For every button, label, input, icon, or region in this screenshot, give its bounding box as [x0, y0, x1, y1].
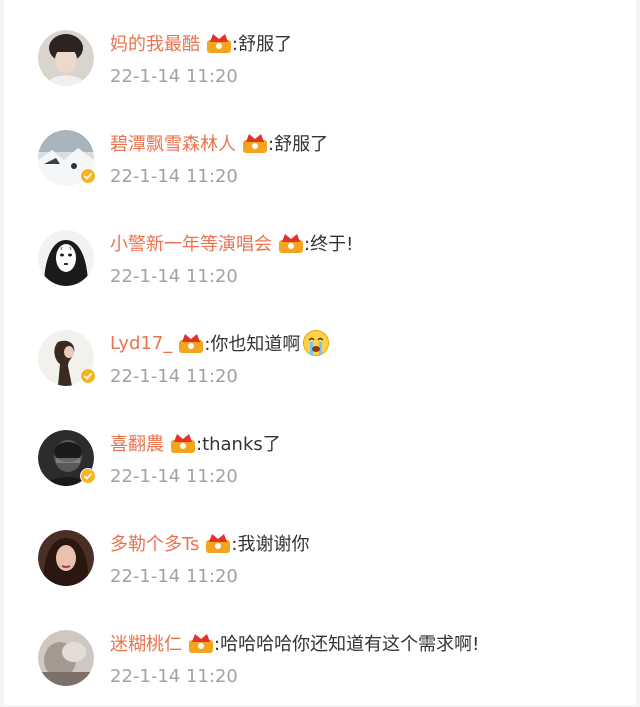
comment-list: 妈的我最酷 :舒服了 22-1-14 11:20 碧潭飘雪森林人:舒服了 22… — [4, 0, 636, 705]
crying-face-emoji-icon — [303, 330, 330, 356]
username[interactable]: Lyd17_ — [110, 333, 172, 354]
crown-fan-badge-icon[interactable] — [170, 431, 196, 455]
comment-text: :我谢谢你 — [231, 534, 310, 555]
comment-text: :舒服了 — [268, 134, 329, 155]
avatar-woman-portrait-icon — [38, 530, 94, 586]
verified-badge-icon — [80, 468, 96, 484]
timestamp: 22-1-14 11:20 — [110, 66, 238, 87]
comment-item: Lyd17_ :你也知道啊 22-1-14 11:20 — [4, 300, 636, 400]
username[interactable]: 妈的我最酷 — [110, 30, 200, 56]
username[interactable]: 喜翻農 — [110, 430, 164, 456]
comment-text: :你也知道啊 — [204, 334, 301, 355]
timestamp: 22-1-14 11:20 — [110, 566, 238, 587]
username[interactable]: 碧潭飘雪森林人 — [110, 130, 236, 156]
verified-badge-icon — [80, 368, 96, 384]
verified-badge-icon — [80, 168, 96, 184]
avatar[interactable] — [38, 130, 96, 186]
crown-fan-badge-icon[interactable] — [206, 31, 232, 55]
avatar[interactable] — [38, 530, 94, 586]
avatar-blurred-photo-icon — [38, 630, 94, 686]
comment-item: 迷糊桃仁 :哈哈哈哈你还知道有这个需求啊! 22-1-14 11:20 — [4, 600, 636, 700]
avatar-boy-portrait-icon — [38, 30, 94, 86]
avatar-no-face-mask-icon — [38, 230, 94, 286]
crown-fan-badge-icon[interactable] — [242, 131, 268, 155]
crown-fan-badge-icon[interactable] — [178, 331, 204, 355]
comment-text: :舒服了 — [232, 34, 293, 55]
timestamp: 22-1-14 11:20 — [110, 366, 238, 387]
username[interactable]: 小警新一年等演唱会 — [110, 230, 272, 256]
avatar[interactable] — [38, 630, 94, 686]
avatar[interactable] — [38, 230, 94, 286]
comment-item: 小警新一年等演唱会 :终于! 22-1-14 11:20 — [4, 200, 636, 300]
crown-fan-badge-icon[interactable] — [188, 631, 214, 655]
comment-text: :终于! — [304, 234, 354, 255]
timestamp: 22-1-14 11:20 — [110, 666, 238, 687]
crown-fan-badge-icon[interactable] — [278, 231, 304, 255]
avatar[interactable] — [38, 30, 94, 86]
username[interactable]: 迷糊桃仁 — [110, 630, 182, 656]
username[interactable]: 多勒个多Ts — [110, 530, 199, 556]
timestamp: 22-1-14 11:20 — [110, 466, 238, 487]
timestamp: 22-1-14 11:20 — [110, 266, 238, 287]
comment-text: :哈哈哈哈你还知道有这个需求啊! — [214, 634, 480, 655]
comment-item: 多勒个多Ts :我谢谢你 22-1-14 11:20 — [4, 500, 636, 600]
timestamp: 22-1-14 11:20 — [110, 166, 238, 187]
comment-item: 喜翻農 :thanks了 22-1-14 11:20 — [4, 400, 636, 500]
comment-text: :thanks了 — [196, 434, 281, 455]
comment-item: 碧潭飘雪森林人 :舒服了 22-1-14 11:20 — [4, 100, 636, 200]
avatar[interactable] — [38, 430, 96, 486]
avatar[interactable] — [38, 330, 96, 386]
comment-item: 妈的我最酷 :舒服了 22-1-14 11:20 — [4, 0, 636, 100]
crown-fan-badge-icon[interactable] — [205, 531, 231, 555]
